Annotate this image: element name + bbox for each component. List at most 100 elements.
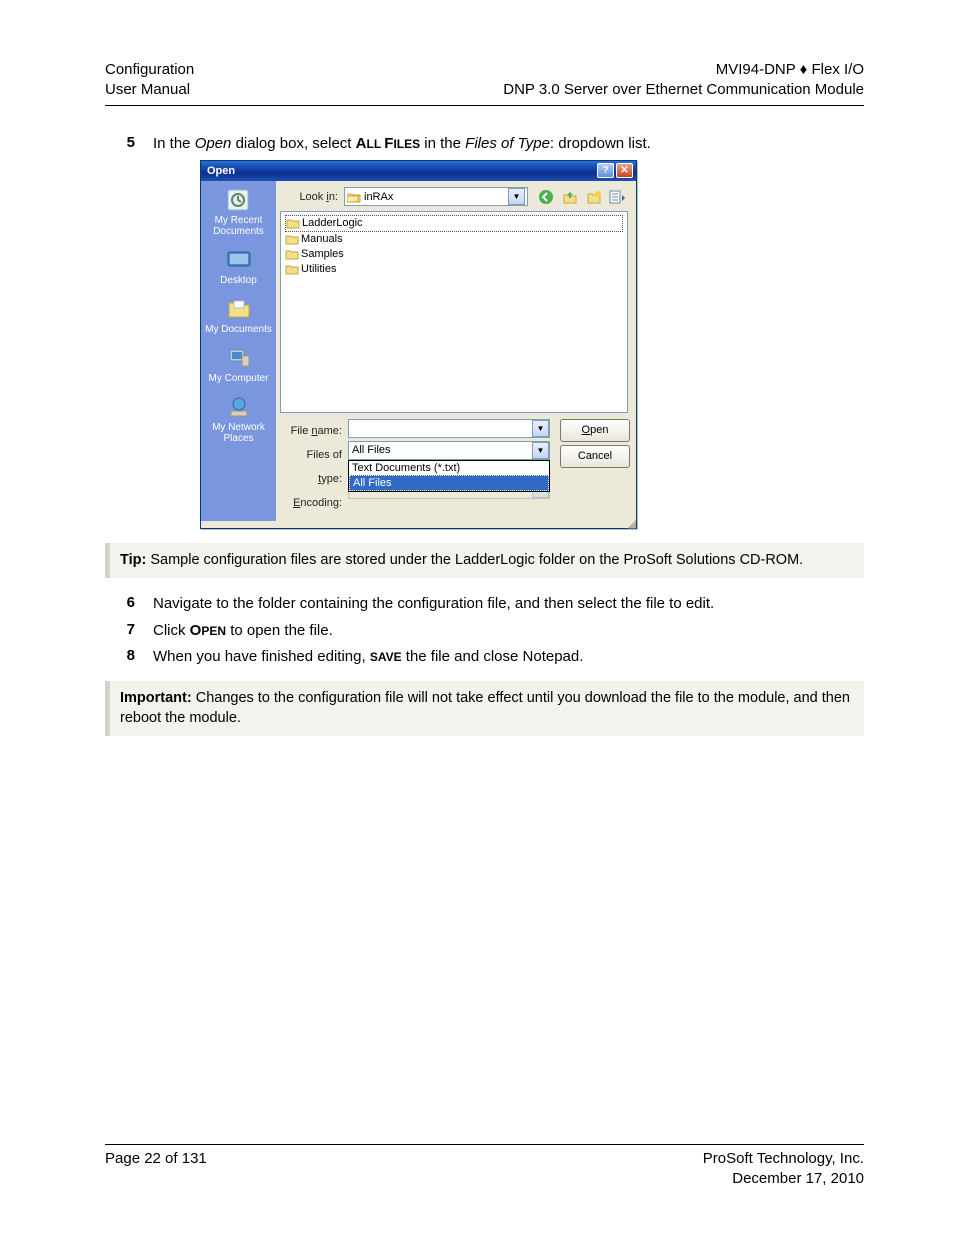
text-bold: A bbox=[356, 135, 367, 152]
filesoftype-dropdown: Text Documents (*.txt) All Files bbox=[348, 460, 550, 492]
text-bold: ILES bbox=[393, 137, 420, 151]
filesoftype-combo[interactable]: All Files ▼ Text Documents (*.txt) All F… bbox=[348, 441, 550, 460]
folder-label: Samples bbox=[301, 248, 344, 260]
lookin-value: inRAx bbox=[364, 191, 508, 203]
page-footer: Page 22 of 131 ProSoft Technology, Inc. … bbox=[105, 1144, 864, 1190]
text-bold: O bbox=[190, 622, 202, 639]
header-doc-type: User Manual bbox=[105, 80, 194, 100]
footer-company: ProSoft Technology, Inc. bbox=[703, 1149, 864, 1169]
text: Click bbox=[153, 622, 190, 639]
resize-grip-icon[interactable]: ◢ bbox=[201, 521, 636, 528]
text: When you have finished editing, bbox=[153, 648, 370, 665]
step-text: Click OPEN to open the file. bbox=[153, 621, 864, 641]
close-button[interactable]: ✕ bbox=[616, 163, 633, 178]
footer-page: Page 22 of 131 bbox=[105, 1149, 207, 1190]
my-network-icon bbox=[224, 394, 254, 420]
text-bold: AVE bbox=[378, 650, 402, 664]
places-label: My Computer bbox=[203, 373, 274, 384]
text: in the bbox=[420, 135, 465, 152]
places-label: My Documents bbox=[203, 324, 274, 335]
my-computer-icon bbox=[224, 345, 254, 371]
filename-label: File name: bbox=[280, 419, 342, 443]
dropdown-arrow-icon[interactable]: ▼ bbox=[532, 420, 549, 437]
folder-item-utilities[interactable]: Utilities bbox=[285, 262, 623, 277]
cancel-button[interactable]: Cancel bbox=[560, 445, 630, 468]
step-number: 6 bbox=[105, 594, 153, 614]
filename-combo[interactable]: ▼ bbox=[348, 419, 550, 438]
places-mynetwork[interactable]: My Network Places bbox=[203, 394, 274, 444]
lookin-combo[interactable]: inRAx ▼ bbox=[344, 187, 528, 206]
folder-icon bbox=[285, 233, 299, 245]
open-dialog: Open ? ✕ My Recent Documents bbox=[200, 160, 637, 529]
text-italic: Open bbox=[195, 135, 232, 152]
header-subtitle: DNP 3.0 Server over Ethernet Communicati… bbox=[503, 80, 864, 100]
text: to open the file. bbox=[226, 622, 333, 639]
footer-date: December 17, 2010 bbox=[703, 1169, 864, 1189]
open-button[interactable]: Open bbox=[560, 419, 630, 442]
header-right: MVI94-DNP ♦ Flex I/O DNP 3.0 Server over… bbox=[503, 60, 864, 101]
folder-icon bbox=[285, 263, 299, 275]
places-mydocuments[interactable]: My Documents bbox=[203, 296, 274, 335]
step-number: 5 bbox=[105, 134, 153, 154]
places-mycomputer[interactable]: My Computer bbox=[203, 345, 274, 384]
file-list[interactable]: LadderLogic Manuals Samples Utiliti bbox=[280, 211, 628, 413]
important-text: Changes to the configuration file will n… bbox=[120, 690, 850, 726]
step-8: 8 When you have finished editing, SAVE t… bbox=[105, 647, 864, 667]
recent-documents-icon bbox=[224, 187, 254, 213]
up-one-level-button[interactable] bbox=[560, 187, 580, 207]
dialog-title: Open bbox=[207, 165, 595, 177]
folder-item-ladderlogic[interactable]: LadderLogic bbox=[285, 215, 623, 232]
step-6: 6 Navigate to the folder containing the … bbox=[105, 594, 864, 614]
views-button[interactable] bbox=[608, 187, 628, 207]
step-text: Navigate to the folder containing the co… bbox=[153, 594, 864, 614]
tip-label: Tip: bbox=[120, 552, 146, 568]
header-left: Configuration User Manual bbox=[105, 60, 194, 101]
my-documents-icon bbox=[224, 296, 254, 322]
text: In the bbox=[153, 135, 195, 152]
important-label: Important: bbox=[120, 690, 192, 706]
places-label: My Network Places bbox=[203, 422, 274, 444]
text: : dropdown list. bbox=[550, 135, 651, 152]
dropdown-arrow-icon[interactable]: ▼ bbox=[532, 442, 549, 459]
important-box: Important: Changes to the configuration … bbox=[105, 681, 864, 736]
back-button[interactable] bbox=[536, 187, 556, 207]
places-label: Desktop bbox=[203, 275, 274, 286]
folder-label: LadderLogic bbox=[302, 217, 363, 229]
filesoftype-value: All Files bbox=[349, 444, 532, 456]
step-text: In the Open dialog box, select ALL FILES… bbox=[153, 134, 864, 154]
places-bar: My Recent Documents Desktop My Documents bbox=[201, 181, 276, 521]
places-recent[interactable]: My Recent Documents bbox=[203, 187, 274, 237]
text-bold: S bbox=[370, 650, 378, 664]
folder-icon bbox=[286, 217, 300, 229]
text-bold: PEN bbox=[201, 624, 226, 638]
dropdown-arrow-icon[interactable]: ▼ bbox=[508, 188, 525, 205]
text-bold: LL bbox=[367, 137, 385, 151]
text: dialog box, select bbox=[231, 135, 355, 152]
header-product: MVI94-DNP ♦ Flex I/O bbox=[503, 60, 864, 80]
tip-box: Tip: Sample configuration files are stor… bbox=[105, 543, 864, 579]
option-all-files[interactable]: All Files bbox=[349, 475, 549, 491]
step-5: 5 In the Open dialog box, select ALL FIL… bbox=[105, 134, 864, 154]
page-header: Configuration User Manual MVI94-DNP ♦ Fl… bbox=[105, 60, 864, 106]
folder-icon bbox=[285, 248, 299, 260]
lookin-label: Look in: bbox=[280, 191, 344, 203]
step-number: 7 bbox=[105, 621, 153, 641]
header-section: Configuration bbox=[105, 60, 194, 80]
step-7: 7 Click OPEN to open the file. bbox=[105, 621, 864, 641]
step-text: When you have finished editing, SAVE the… bbox=[153, 647, 864, 667]
text: the file and close Notepad. bbox=[402, 648, 584, 665]
folder-item-manuals[interactable]: Manuals bbox=[285, 232, 623, 247]
desktop-icon bbox=[224, 247, 254, 273]
filesoftype-label: Files of type: bbox=[280, 443, 342, 491]
places-desktop[interactable]: Desktop bbox=[203, 247, 274, 286]
help-button[interactable]: ? bbox=[597, 163, 614, 178]
option-text-documents[interactable]: Text Documents (*.txt) bbox=[349, 461, 549, 475]
folder-label: Manuals bbox=[301, 233, 343, 245]
folder-item-samples[interactable]: Samples bbox=[285, 247, 623, 262]
new-folder-button[interactable] bbox=[584, 187, 604, 207]
tip-text: Sample configuration files are stored un… bbox=[146, 552, 803, 568]
step-number: 8 bbox=[105, 647, 153, 667]
places-label: My Recent Documents bbox=[203, 215, 274, 237]
titlebar[interactable]: Open ? ✕ bbox=[201, 161, 636, 181]
folder-open-icon bbox=[347, 191, 361, 203]
